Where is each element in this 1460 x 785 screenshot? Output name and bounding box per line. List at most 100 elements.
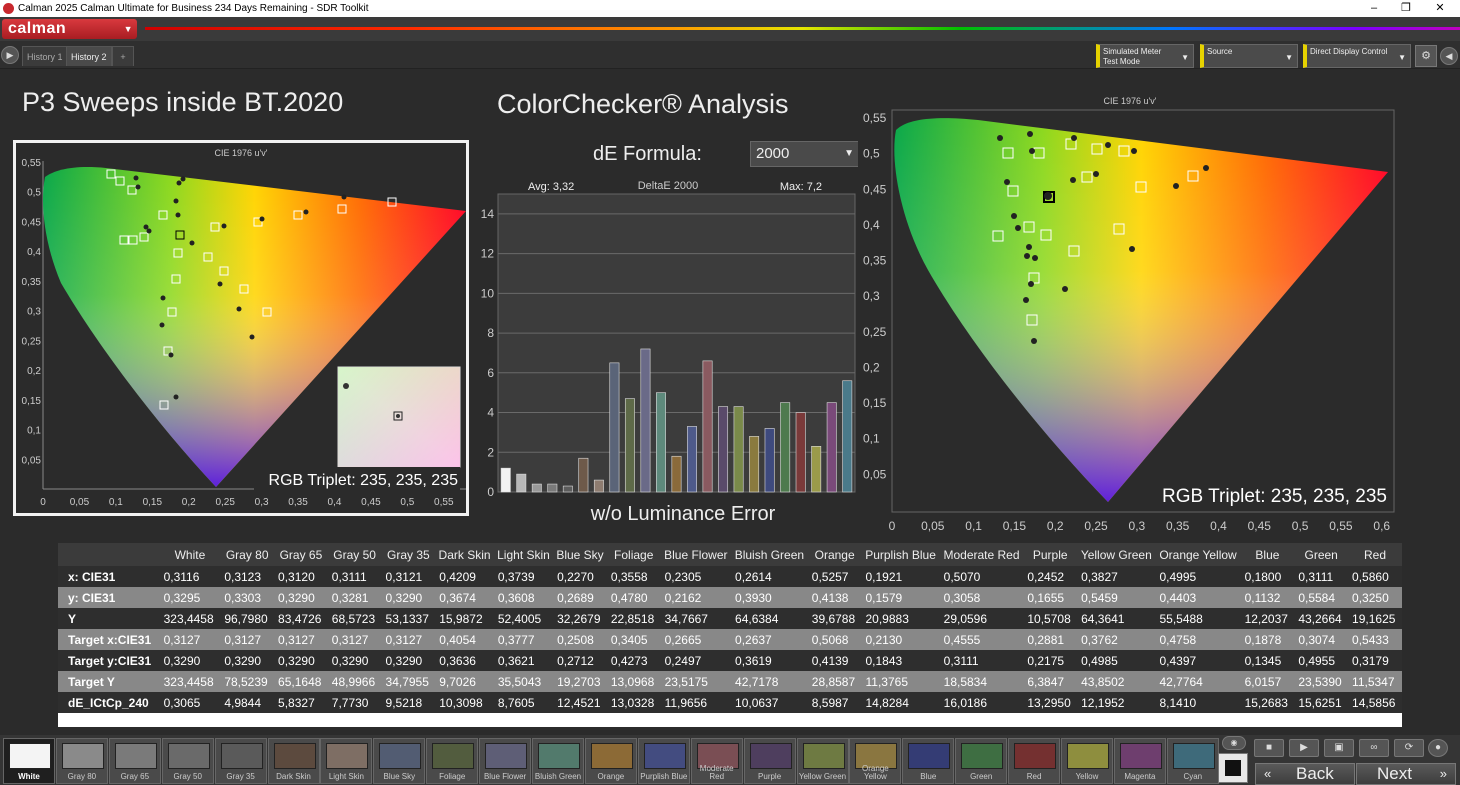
next-button[interactable]: Next » — [1356, 763, 1456, 785]
view-toggle-icon[interactable]: ◉ — [1222, 736, 1246, 750]
source-select[interactable]: Source ▼ — [1200, 44, 1298, 68]
column-header[interactable]: Gray 35 — [381, 543, 436, 566]
table-cell: 0,3127 — [327, 629, 382, 650]
column-header[interactable]: Blue Flower — [660, 543, 732, 566]
column-header[interactable]: Orange Yellow — [1155, 543, 1241, 566]
table-row: Target Y 323,4458 78,5239 65,1648 48,9966 34,… — [58, 671, 1402, 692]
swatch-orange[interactable]: Orange — [584, 738, 637, 784]
bar-dark-skin — [578, 457, 589, 493]
left-panel-title: P3 Sweeps inside BT.2020 — [22, 87, 344, 117]
maximize-icon[interactable]: ❐ — [1390, 0, 1422, 17]
swatch-magenta[interactable]: Magenta — [1113, 738, 1166, 784]
table-cell: 0,3619 — [731, 650, 808, 671]
play-icon[interactable]: ▶ — [1289, 739, 1319, 757]
close-icon[interactable]: ✕ — [1424, 0, 1456, 17]
table-cell: 0,1345 — [1240, 650, 1295, 671]
play-icon[interactable]: ▶ — [1, 46, 19, 64]
add-tab-button[interactable]: + — [112, 46, 134, 66]
swatch-yellow-green[interactable]: Yellow Green — [796, 738, 849, 784]
de-formula-select[interactable]: 2000 ▼ — [750, 141, 860, 167]
tab-history-1[interactable]: History 1 — [22, 46, 68, 66]
table-cell: 0,2508 — [553, 629, 607, 650]
swatch-moderate-red[interactable]: Moderate Red — [690, 738, 743, 784]
swatch-dark-skin[interactable]: Dark Skin — [267, 738, 320, 784]
column-header-blank[interactable] — [58, 543, 160, 566]
swatch-blue-flower[interactable]: Blue Flower — [479, 738, 532, 784]
swatch-purple[interactable]: Purple — [743, 738, 796, 784]
column-header[interactable]: Foliage — [606, 543, 661, 566]
back-arrow-icon[interactable]: ◀ — [1440, 47, 1458, 65]
table-cell: 0,3250 — [1348, 587, 1402, 608]
stop-measure-button[interactable] — [1218, 753, 1248, 783]
column-header[interactable]: Purple — [1023, 543, 1078, 566]
table-cell: 35,5043 — [493, 671, 554, 692]
table-cell: 55,5488 — [1155, 608, 1241, 629]
swatch-blue-sky[interactable]: Blue Sky — [373, 738, 426, 784]
record-icon[interactable]: ● — [1428, 739, 1448, 757]
swatch-blue[interactable]: Blue — [902, 738, 955, 784]
display-control-select[interactable]: Direct Display Control ▼ — [1303, 44, 1411, 68]
column-header[interactable]: Red — [1348, 543, 1402, 566]
next-label: Next — [1377, 764, 1412, 783]
column-header[interactable]: White — [159, 543, 221, 566]
swatch-white[interactable]: White — [3, 738, 55, 784]
save-icon[interactable]: ▣ — [1324, 739, 1354, 757]
table-cell: 0,4995 — [1155, 566, 1241, 587]
bar-blue — [764, 428, 775, 493]
table-cell: 0,3127 — [159, 629, 221, 650]
column-header[interactable]: Dark Skin — [435, 543, 494, 566]
column-header[interactable]: Blue — [1240, 543, 1295, 566]
back-button[interactable]: « Back — [1255, 763, 1355, 785]
row-label: Y — [58, 608, 160, 629]
column-header[interactable]: Bluish Green — [731, 543, 808, 566]
refresh-icon[interactable]: ⟳ — [1394, 739, 1424, 757]
cie-y-tick: 0,35 — [863, 254, 887, 268]
meter-select[interactable]: Simulated Meter Test Mode ▼ — [1096, 44, 1194, 68]
table-header-row: White Gray 80 Gray 65 Gray 50 Gray 35 Dark Sk… — [58, 543, 1402, 566]
swatch-gray-35[interactable]: Gray 35 — [214, 738, 267, 784]
table-cell: 4,9844 — [220, 692, 275, 713]
swatch-cyan[interactable]: Cyan — [1166, 738, 1219, 784]
loop-icon[interactable]: ∞ — [1359, 739, 1389, 757]
swatch-gray-50[interactable]: Gray 50 — [161, 738, 214, 784]
stop-icon[interactable]: ■ — [1254, 739, 1284, 757]
gear-icon[interactable]: ⚙ — [1415, 45, 1437, 67]
column-header[interactable]: Green — [1294, 543, 1349, 566]
cie-x-tick: 0,1 — [965, 519, 982, 533]
column-header[interactable]: Gray 50 — [327, 543, 382, 566]
column-header[interactable]: Purplish Blue — [861, 543, 940, 566]
source-label: Source — [1207, 47, 1233, 56]
row-label: y: CIE31 — [58, 587, 160, 608]
swatch-red[interactable]: Red — [1008, 738, 1061, 784]
column-header[interactable]: Gray 80 — [220, 543, 275, 566]
column-header[interactable]: Moderate Red — [939, 543, 1024, 566]
table-cell: 0,2614 — [731, 566, 808, 587]
table-cell: 0,4403 — [1155, 587, 1241, 608]
table-cell: 10,3098 — [435, 692, 494, 713]
swatch-purplish-blue[interactable]: Purplish Blue — [637, 738, 690, 784]
column-header[interactable]: Gray 65 — [274, 543, 328, 566]
column-header[interactable]: Orange — [807, 543, 862, 566]
calman-logo-menu[interactable]: calman ▼ — [2, 19, 137, 39]
swatch-yellow[interactable]: Yellow — [1061, 738, 1113, 784]
table-cell: 7,7730 — [327, 692, 382, 713]
table-cell: 0,3127 — [220, 629, 275, 650]
rainbow-strip — [145, 27, 1460, 30]
cie-x-tick: 0,25 — [1084, 519, 1108, 533]
table-cell: 34,7955 — [381, 671, 436, 692]
swatch-gray-65[interactable]: Gray 65 — [108, 738, 161, 784]
column-header[interactable]: Yellow Green — [1077, 543, 1156, 566]
minimize-icon[interactable]: – — [1358, 0, 1390, 17]
swatch-bluish-green[interactable]: Bluish Green — [532, 738, 584, 784]
column-header[interactable]: Blue Sky — [553, 543, 607, 566]
tab-history-2[interactable]: History 2 — [66, 46, 112, 66]
column-header[interactable]: Light Skin — [493, 543, 554, 566]
table-cell: 42,7764 — [1155, 671, 1241, 692]
table-cell: 11,3765 — [861, 671, 940, 692]
swatch-light-skin[interactable]: Light Skin — [320, 738, 373, 784]
swatch-foliage[interactable]: Foliage — [426, 738, 479, 784]
swatch-gray-80[interactable]: Gray 80 — [55, 738, 108, 784]
swatch-chip — [802, 743, 845, 769]
swatch-orange-yellow[interactable]: Orange Yellow — [849, 738, 902, 784]
swatch-green[interactable]: Green — [955, 738, 1008, 784]
